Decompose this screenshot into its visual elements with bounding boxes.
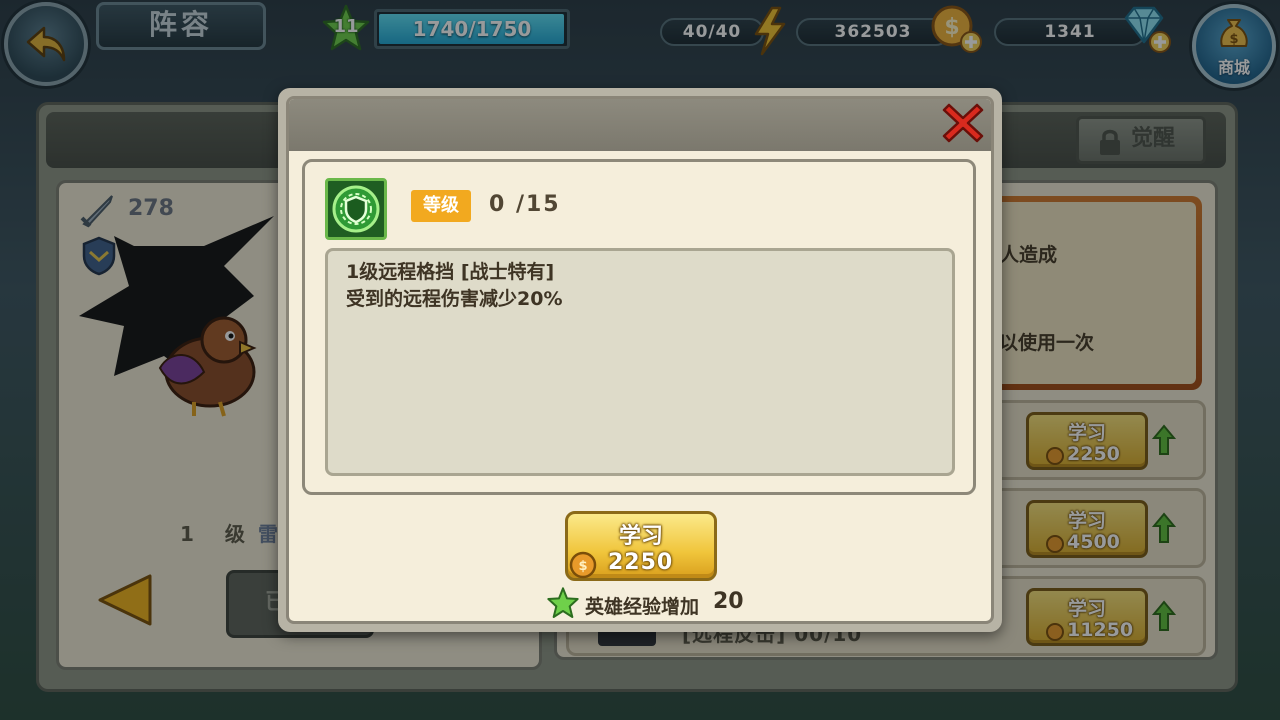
exp-reward-label: 英雄经验增加 bbox=[585, 596, 700, 618]
skill-description: 1级远程格挡 [战士特有] 受到的远程伤害减少20% bbox=[325, 248, 955, 476]
learn-button-cost: 2250 bbox=[608, 550, 674, 575]
svg-text:$: $ bbox=[578, 559, 587, 574]
skill-desc-line2: 受到的远程伤害减少20% bbox=[346, 288, 563, 310]
learn-button[interactable]: 学习 $ 2250 bbox=[565, 511, 717, 581]
skill-desc-line1: 1级远程格挡 [战士特有] bbox=[346, 261, 555, 283]
dialog-header bbox=[289, 99, 991, 151]
exp-reward-value: 20 bbox=[713, 589, 744, 614]
skill-icon bbox=[325, 178, 387, 240]
level-tag: 等级 bbox=[411, 190, 471, 222]
skill-level-value: 0 /15 bbox=[489, 192, 561, 217]
gold-coin-icon: $ bbox=[569, 551, 597, 579]
learn-button-label: 学习 bbox=[618, 524, 663, 549]
shield-skill-icon bbox=[332, 185, 380, 233]
close-icon[interactable] bbox=[941, 101, 985, 145]
star-icon bbox=[547, 587, 579, 618]
skill-info-panel: 等级 0 /15 1级远程格挡 [战士特有] 受到的远程伤害减少20% bbox=[302, 159, 976, 495]
skill-learn-dialog: 等级 0 /15 1级远程格挡 [战士特有] 受到的远程伤害减少20% 学习 $… bbox=[278, 88, 1002, 632]
